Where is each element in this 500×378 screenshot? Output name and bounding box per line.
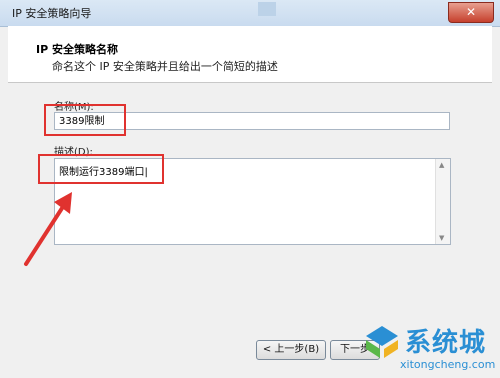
title-bar: IP 安全策略向导 ✕ xyxy=(0,0,500,27)
wizard-header: IP 安全策略名称 命名这个 IP 安全策略并且给出一个简短的描述 xyxy=(8,26,492,83)
scroll-down-icon[interactable]: ▼ xyxy=(439,234,444,242)
description-highlight-box xyxy=(38,154,164,184)
description-scrollbar[interactable]: ▲ ▼ xyxy=(435,159,450,244)
close-button[interactable]: ✕ xyxy=(448,2,494,23)
title-bar-decoration xyxy=(258,2,276,16)
page-title: IP 安全策略名称 xyxy=(36,43,118,56)
back-button[interactable]: < 上一步(B) xyxy=(256,340,326,360)
name-highlight-box xyxy=(44,104,126,136)
window-title: IP 安全策略向导 xyxy=(12,7,92,20)
brand-logo-icon xyxy=(366,326,398,358)
red-arrow-icon xyxy=(24,192,72,266)
watermark-brand: 系统城 xyxy=(405,328,487,358)
page-description: 命名这个 IP 安全策略并且给出一个简短的描述 xyxy=(52,60,278,73)
watermark-url: xitongcheng.com xyxy=(400,358,496,371)
watermark: 系统城 xitongcheng.com xyxy=(360,318,500,378)
scroll-up-icon[interactable]: ▲ xyxy=(439,161,444,169)
ip-security-policy-wizard-window: IP 安全策略向导 ✕ IP 安全策略名称 命名这个 IP 安全策略并且给出一个… xyxy=(0,0,500,378)
